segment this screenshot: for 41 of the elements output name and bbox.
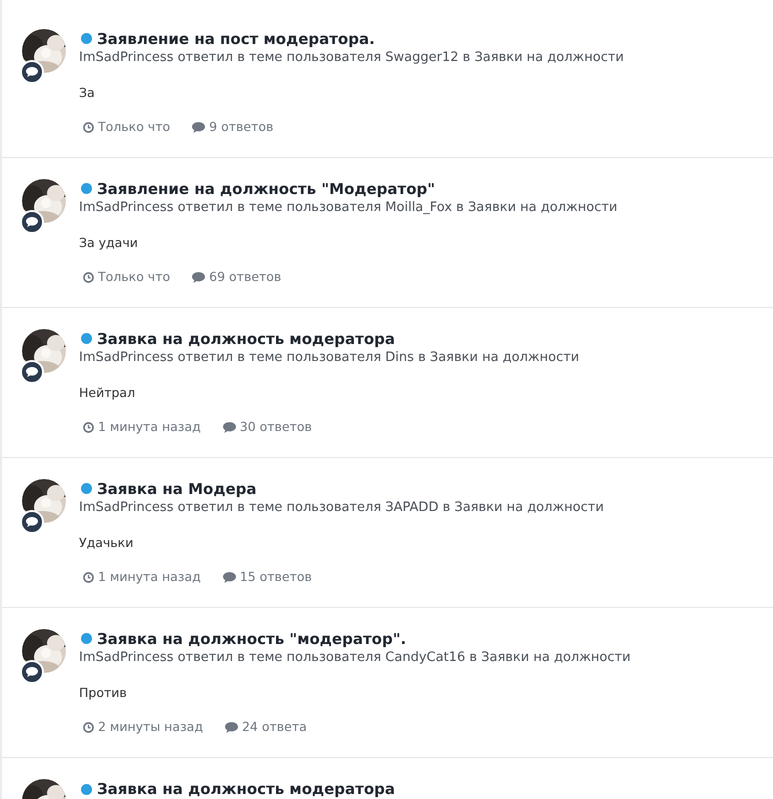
topic-title-link[interactable]: Заявка на должность модератора	[97, 780, 396, 798]
reply-count: 69 ответов	[209, 268, 282, 286]
speech-bubble-icon	[222, 572, 236, 582]
topic-title-link[interactable]: Заявление на должность "Модератор"	[97, 180, 436, 198]
speech-bubble-icon	[222, 422, 236, 432]
topic-title-link[interactable]: Заявка на Модера	[97, 480, 257, 498]
topic-title-link[interactable]: Заявление на пост модератора.	[97, 30, 375, 48]
activity-description: ImSadPrincess ответил в теме пользователя CandyCat16 в Заявки на должности	[79, 649, 631, 667]
reply-count: 24 ответа	[242, 718, 307, 736]
clock-icon	[83, 272, 94, 282]
post-time: 1 минута назад	[98, 568, 201, 586]
clock-icon	[83, 422, 94, 432]
post-time: Только что	[98, 118, 170, 136]
clock-icon	[83, 122, 94, 132]
post-time: 1 минута назад	[98, 418, 201, 436]
reply-count: 30 ответов	[240, 418, 312, 436]
speech-bubble-icon	[192, 122, 206, 132]
reply-count: 9 ответов	[209, 118, 274, 136]
post-snippet: Нейтрал	[79, 384, 136, 402]
speech-bubble-icon	[192, 272, 206, 282]
speech-bubble-icon	[26, 517, 38, 527]
post-snippet: Удачьки	[79, 534, 134, 552]
reply-count: 15 ответов	[240, 568, 312, 586]
activity-description: ImSadPrincess ответил в теме пользователя Swagger12 в Заявки на должности	[79, 49, 624, 67]
clock-icon	[83, 572, 94, 582]
post-time: 2 минуты назад	[98, 718, 203, 736]
clock-icon	[83, 722, 94, 732]
post-time: Только что	[98, 268, 170, 286]
post-snippet: Против	[79, 684, 128, 702]
activity-description: ImSadPrincess ответил в теме пользователя ЗAPADD в Заявки на должности	[79, 499, 604, 517]
topic-title-link[interactable]: Заявка на должность "модератор".	[97, 630, 406, 648]
speech-bubble-icon	[26, 367, 38, 377]
speech-bubble-icon	[224, 722, 238, 732]
speech-bubble-icon	[26, 67, 38, 77]
activity-description: ImSadPrincess ответил в теме пользователя Moilla_Fox в Заявки на должности	[79, 199, 618, 217]
post-snippet: За удачи	[79, 234, 139, 252]
post-snippet: За	[79, 84, 96, 102]
topic-title-link[interactable]: Заявка на должность модератора	[97, 330, 396, 348]
speech-bubble-icon	[26, 217, 38, 227]
activity-description: ImSadPrincess ответил в теме пользователя Dins в Заявки на должности	[79, 349, 580, 367]
speech-bubble-icon	[26, 667, 38, 677]
